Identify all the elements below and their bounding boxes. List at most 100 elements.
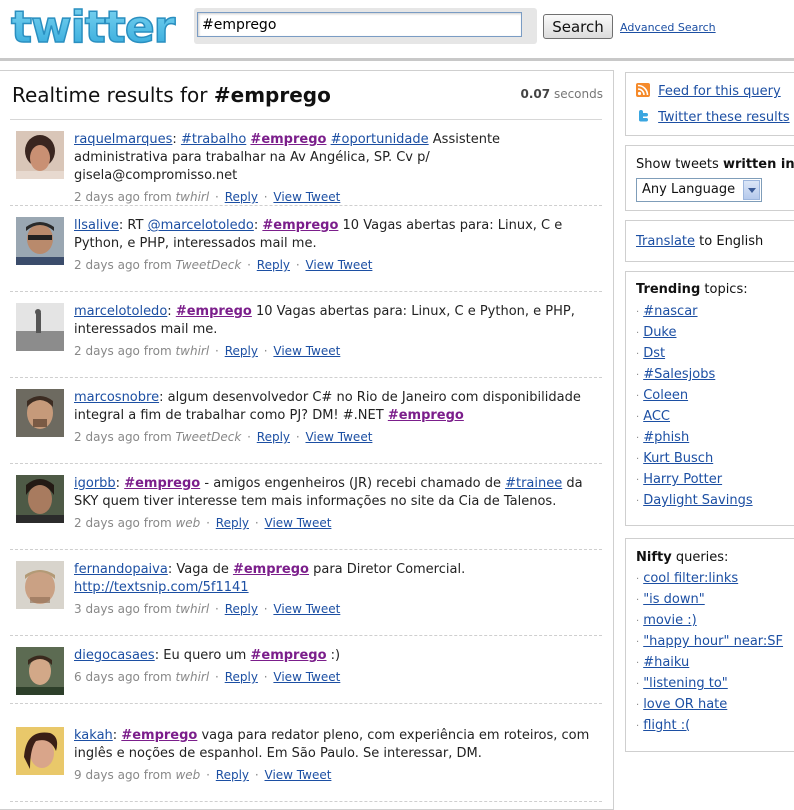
- trending-item[interactable]: · #nascar: [636, 304, 698, 319]
- avatar[interactable]: [16, 389, 64, 437]
- trending-item[interactable]: · #Salesjobs: [636, 367, 715, 382]
- tweet-body: raquelmarques: #trabalho #emprego #oport…: [74, 131, 594, 206]
- advanced-search-link[interactable]: Advanced Search: [620, 21, 716, 34]
- trending-item[interactable]: · Kurt Busch: [636, 451, 713, 466]
- hashtag-link[interactable]: #emprego: [250, 132, 326, 147]
- translate-link[interactable]: Translate: [636, 234, 695, 249]
- feed-link[interactable]: Feed for this query: [658, 84, 781, 99]
- tweet-username[interactable]: marcelotoledo: [74, 304, 167, 319]
- twitter-results-row: Twitter these results: [636, 109, 790, 125]
- query-text: #emprego: [213, 83, 331, 107]
- trending-box: Trending topics: · #nascar · Duke · Dst · #S…: [625, 271, 794, 526]
- avatar[interactable]: [16, 561, 64, 609]
- nifty-box: Nifty queries: · cool filter:links · "is d…: [625, 538, 794, 752]
- trending-item[interactable]: · Coleen: [636, 388, 688, 403]
- search-input[interactable]: [197, 12, 522, 37]
- avatar[interactable]: [16, 475, 64, 523]
- feed-box: Feed for this query Twitter these result…: [625, 72, 794, 136]
- hashtag-link[interactable]: #emprego: [262, 218, 338, 233]
- tweet-username[interactable]: llsalive: [74, 218, 119, 233]
- tweet-meta: 3 days ago from twhirl · Reply · View Tw…: [74, 602, 341, 616]
- tweet-meta: 9 days ago from web · Reply · View Tweet: [74, 768, 332, 782]
- trending-heading: Trending topics:: [636, 282, 748, 297]
- nifty-query-item[interactable]: · "listening to": [636, 676, 728, 691]
- reply-link[interactable]: Reply: [257, 258, 290, 272]
- reply-link[interactable]: Reply: [257, 430, 290, 444]
- tweet-body: kakah: #emprego vaga para redator pleno,…: [74, 727, 594, 784]
- url-link[interactable]: http://textsnip.com/5f1141: [74, 580, 249, 595]
- view-tweet-link[interactable]: View Tweet: [273, 344, 340, 358]
- view-tweet-link[interactable]: View Tweet: [273, 602, 340, 616]
- avatar[interactable]: [16, 217, 64, 265]
- reply-link[interactable]: Reply: [216, 516, 249, 530]
- mention-link[interactable]: @marcelotoledo: [148, 218, 254, 233]
- tweet-item: kakah: #emprego vaga para redator pleno,…: [10, 727, 602, 802]
- nifty-query-item[interactable]: · love OR hate: [636, 697, 727, 712]
- view-tweet-link[interactable]: View Tweet: [273, 670, 340, 684]
- nifty-query-item[interactable]: · flight :(: [636, 718, 690, 733]
- tweet-username[interactable]: raquelmarques: [74, 132, 172, 147]
- chevron-down-icon[interactable]: [743, 180, 760, 200]
- search-button[interactable]: Search: [543, 14, 613, 39]
- trending-item[interactable]: · Duke: [636, 325, 677, 340]
- avatar[interactable]: [16, 727, 64, 775]
- hashtag-link[interactable]: #oportunidade: [331, 132, 429, 147]
- nifty-query-item[interactable]: · cool filter:links: [636, 571, 738, 586]
- tweet-meta: 2 days ago from TweetDeck · Reply · View…: [74, 430, 373, 444]
- hashtag-link[interactable]: #emprego: [176, 304, 252, 319]
- twitter-logo[interactable]: twitter: [8, 2, 188, 52]
- view-tweet-link[interactable]: View Tweet: [265, 768, 332, 782]
- reply-link[interactable]: Reply: [225, 670, 258, 684]
- tweet-item: raquelmarques: #trabalho #emprego #oport…: [10, 131, 602, 206]
- hashtag-link[interactable]: #emprego: [233, 562, 309, 577]
- avatar[interactable]: [16, 303, 64, 351]
- view-tweet-link[interactable]: View Tweet: [265, 516, 332, 530]
- hashtag-link[interactable]: #trabalho: [181, 132, 246, 147]
- avatar[interactable]: [16, 647, 64, 695]
- nifty-query-item[interactable]: · #haiku: [636, 655, 689, 670]
- tweet-item: fernandopaiva: Vaga de #emprego para Dir…: [10, 561, 602, 636]
- rss-icon: [636, 83, 650, 97]
- nifty-query-item[interactable]: · "happy hour" near:SF: [636, 634, 783, 649]
- tweet-item: diegocasaes: Eu quero um #emprego :) 6 d…: [10, 647, 602, 704]
- trending-item[interactable]: · Harry Potter: [636, 472, 722, 487]
- tweet-meta: 6 days ago from twhirl · Reply · View Tw…: [74, 670, 341, 684]
- trending-item[interactable]: · Dst: [636, 346, 665, 361]
- view-tweet-link[interactable]: View Tweet: [305, 258, 372, 272]
- tweet-username[interactable]: diegocasaes: [74, 648, 155, 663]
- trending-item[interactable]: · ACC: [636, 409, 670, 424]
- view-tweet-link[interactable]: View Tweet: [305, 430, 372, 444]
- tweet-meta: 2 days ago from twhirl · Reply · View Tw…: [74, 344, 341, 358]
- twitter-results-link[interactable]: Twitter these results: [658, 110, 790, 125]
- tweet-username[interactable]: marcosnobre: [74, 390, 159, 405]
- results-title: Realtime results for #emprego: [12, 83, 331, 107]
- trending-item[interactable]: · Daylight Savings: [636, 493, 753, 508]
- hashtag-link[interactable]: #emprego: [388, 408, 464, 423]
- tweet-item: llsalive: RT @marcelotoledo: #emprego 10…: [10, 217, 602, 292]
- hashtag-link[interactable]: #emprego: [250, 648, 326, 663]
- tweet-meta: 2 days ago from twhirl · Reply · View Tw…: [74, 190, 341, 204]
- avatar[interactable]: [16, 131, 64, 179]
- trending-item[interactable]: · #phish: [636, 430, 689, 445]
- nifty-query-item[interactable]: · movie :): [636, 613, 697, 628]
- reply-link[interactable]: Reply: [225, 190, 258, 204]
- tweet-body: fernandopaiva: Vaga de #emprego para Dir…: [74, 561, 594, 618]
- tweet-username[interactable]: igorbb: [74, 476, 116, 491]
- hashtag-link[interactable]: #trainee: [505, 476, 562, 491]
- tweet-body: diegocasaes: Eu quero um #emprego :) 6 d…: [74, 647, 594, 686]
- divider: [10, 119, 602, 120]
- hashtag-link[interactable]: #emprego: [121, 728, 197, 743]
- reply-link[interactable]: Reply: [225, 602, 258, 616]
- tweet-username[interactable]: fernandopaiva: [74, 562, 168, 577]
- reply-link[interactable]: Reply: [225, 344, 258, 358]
- nifty-query-item[interactable]: · "is down": [636, 592, 705, 607]
- language-select[interactable]: Any Language: [636, 178, 762, 202]
- view-tweet-link[interactable]: View Tweet: [273, 190, 340, 204]
- tweet-body: llsalive: RT @marcelotoledo: #emprego 10…: [74, 217, 594, 274]
- svg-text:twitter: twitter: [11, 2, 176, 52]
- tweet-username[interactable]: kakah: [74, 728, 113, 743]
- hashtag-link[interactable]: #emprego: [124, 476, 200, 491]
- reply-link[interactable]: Reply: [216, 768, 249, 782]
- nifty-heading: Nifty queries:: [636, 550, 729, 565]
- tweet-body: marcosnobre: algum desenvolvedor C# no R…: [74, 389, 594, 446]
